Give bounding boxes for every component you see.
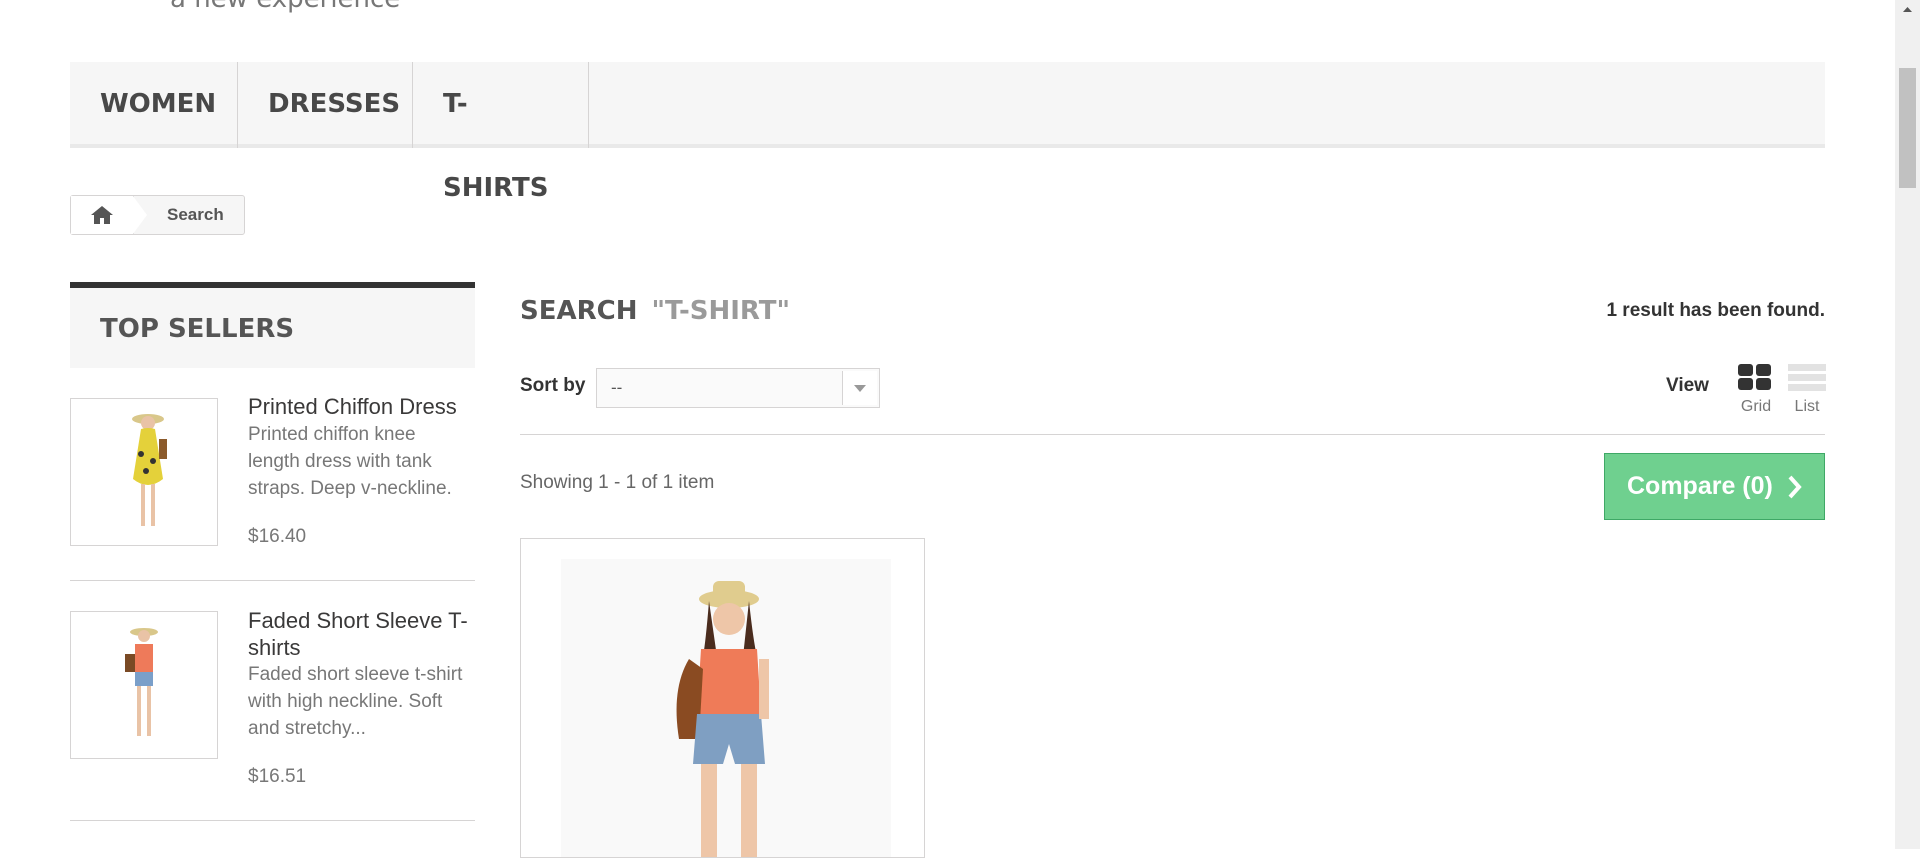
product-price: $16.40 — [248, 526, 307, 547]
view-label: View — [1666, 375, 1709, 396]
scrollbar-thumb[interactable] — [1899, 68, 1916, 188]
search-query: "T-SHIRT" — [651, 296, 791, 326]
chevron-up-icon — [1903, 7, 1912, 12]
scroll-up-button[interactable] — [1895, 0, 1920, 20]
site-tagline: a new experience — [170, 0, 400, 14]
breadcrumb-home[interactable] — [71, 196, 134, 234]
view-list-button[interactable]: List — [1785, 362, 1829, 422]
view-list-label: List — [1794, 398, 1820, 415]
breadcrumb-current: Search — [167, 205, 224, 224]
product-price: $16.51 — [248, 766, 307, 787]
home-icon — [91, 206, 113, 224]
product-description: Faded short sleeve t-shirt with high nec… — [248, 664, 463, 739]
grid-icon — [1738, 364, 1771, 390]
menu-item-t-shirts[interactable]: T-SHIRTS — [413, 62, 589, 203]
compare-label: Compare (0) — [1627, 472, 1773, 500]
breadcrumb-separator — [133, 196, 147, 234]
compare-button[interactable]: Compare (0) — [1604, 453, 1825, 520]
product-thumbnail[interactable] — [70, 611, 218, 759]
list-icon — [1788, 364, 1826, 391]
menu-item-women[interactable]: WOMEN — [70, 62, 238, 148]
vertical-scrollbar[interactable] — [1895, 0, 1920, 849]
top-sellers-header: TOP SELLERS — [70, 282, 475, 368]
top-sellers-title[interactable]: TOP SELLERS — [100, 314, 294, 344]
product-description: Printed chiffon knee length dress with t… — [248, 424, 452, 499]
chevron-right-icon — [1788, 475, 1802, 499]
product-name[interactable]: Faded Short Sleeve T- shirts — [248, 607, 468, 661]
product-name[interactable]: Printed Chiffon Dress — [248, 393, 457, 420]
divider — [520, 434, 1825, 435]
view-grid-button[interactable]: Grid — [1734, 362, 1778, 422]
product-card[interactable] — [520, 538, 925, 858]
product-thumbnail[interactable] — [70, 398, 218, 546]
main-menu: WOMEN DRESSES T-SHIRTS — [70, 62, 1825, 203]
product-image — [521, 539, 924, 857]
pagination-summary: Showing 1 - 1 of 1 item — [520, 472, 715, 493]
product-image — [71, 612, 217, 758]
product-image — [71, 399, 217, 545]
divider — [70, 820, 475, 821]
sort-select[interactable]: -- — [596, 368, 880, 408]
sort-dropdown-button[interactable] — [842, 371, 877, 405]
sort-label: Sort by — [520, 375, 586, 396]
sort-select-value: -- — [611, 378, 623, 397]
breadcrumb: Search — [70, 195, 245, 235]
page-title: SEARCH "T-SHIRT" — [520, 296, 791, 326]
result-count: 1 result has been found. — [1606, 300, 1825, 321]
divider — [70, 580, 475, 581]
view-grid-label: Grid — [1740, 398, 1772, 415]
menu-item-dresses[interactable]: DRESSES — [238, 62, 413, 148]
chevron-down-icon — [854, 385, 866, 392]
